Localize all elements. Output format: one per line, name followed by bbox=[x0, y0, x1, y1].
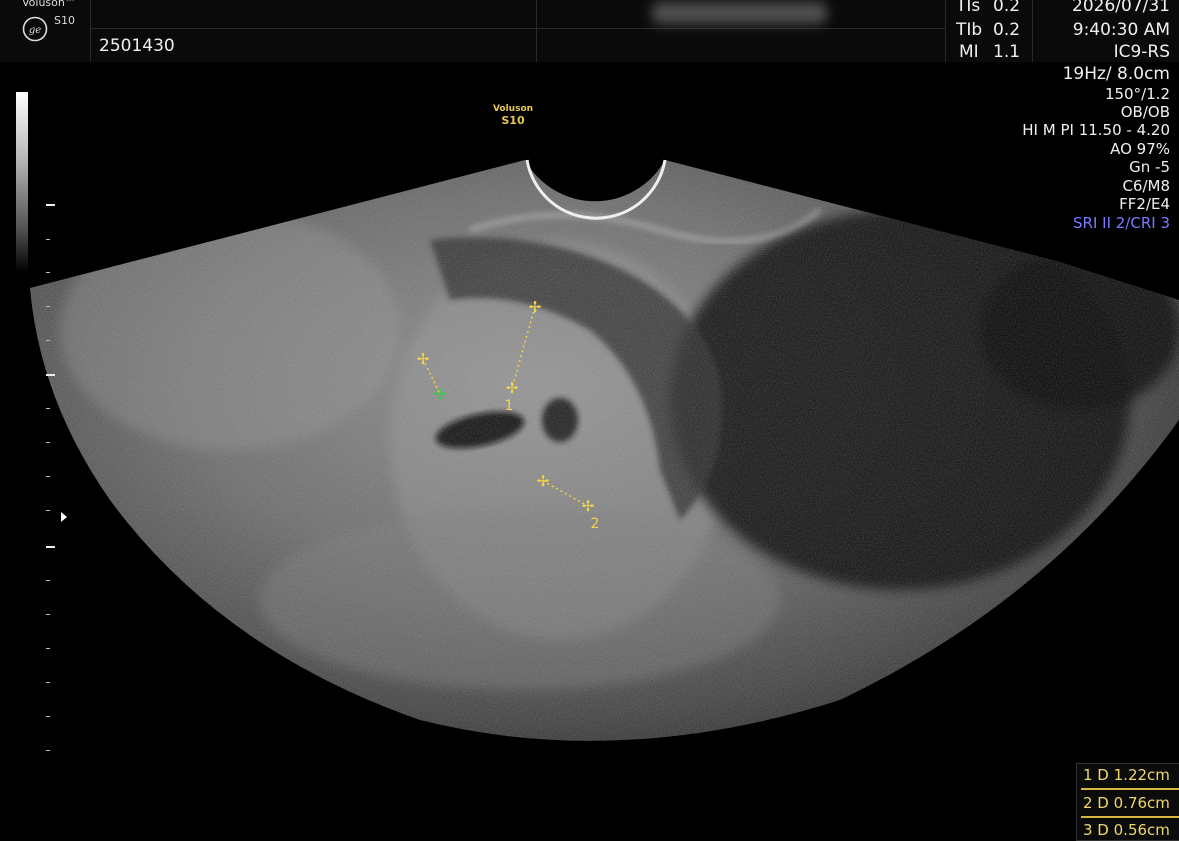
depth-tick bbox=[46, 614, 50, 615]
depth-tick bbox=[46, 510, 50, 511]
caliper-marker[interactable]: ✢ bbox=[582, 497, 595, 515]
depth-tick bbox=[46, 476, 50, 477]
depth-tick bbox=[46, 340, 50, 341]
image-label: Voluson S10 bbox=[470, 104, 556, 126]
grayscale-bar bbox=[16, 92, 28, 272]
depth-tick bbox=[46, 306, 50, 307]
depth-tick bbox=[46, 750, 50, 751]
measurement-row[interactable]: 3 D 0.56cm bbox=[1083, 821, 1170, 839]
image-label-line2: S10 bbox=[501, 114, 525, 127]
focus-marker-icon[interactable] bbox=[61, 512, 67, 522]
scan-sector bbox=[30, 160, 1179, 741]
depth-tick bbox=[46, 580, 50, 581]
active-caliper-marker[interactable]: ✢ bbox=[434, 385, 447, 403]
depth-tick bbox=[46, 648, 50, 649]
measurement-row[interactable]: 2 D 0.76cm bbox=[1083, 794, 1170, 812]
caliper-number: 1 bbox=[505, 398, 514, 414]
depth-tick bbox=[46, 682, 50, 683]
measurement-row[interactable]: 1 D 1.22cm bbox=[1083, 766, 1170, 784]
ultrasound-image[interactable]: ✢ ✢ 1 ✢ ✢ 2 ✢ ✢ bbox=[0, 0, 1179, 839]
caliper-marker[interactable]: ✢ bbox=[506, 379, 519, 397]
measurement-divider bbox=[1081, 816, 1179, 818]
depth-tick bbox=[46, 204, 55, 206]
measurement-divider bbox=[1081, 788, 1179, 790]
caliper-marker[interactable]: ✢ bbox=[417, 350, 430, 368]
depth-tick bbox=[46, 716, 50, 717]
depth-tick bbox=[46, 374, 55, 376]
caliper-marker[interactable]: ✢ bbox=[529, 298, 542, 316]
caliper-marker[interactable]: ✢ bbox=[537, 472, 550, 490]
depth-tick bbox=[46, 546, 55, 548]
depth-tick bbox=[46, 442, 50, 443]
caliper-number: 2 bbox=[591, 516, 600, 532]
measurement-results: 1 D 1.22cm 2 D 0.76cm 3 D 0.56cm bbox=[1076, 763, 1179, 841]
depth-tick bbox=[46, 272, 50, 273]
depth-tick bbox=[46, 408, 50, 409]
depth-tick bbox=[46, 239, 50, 240]
